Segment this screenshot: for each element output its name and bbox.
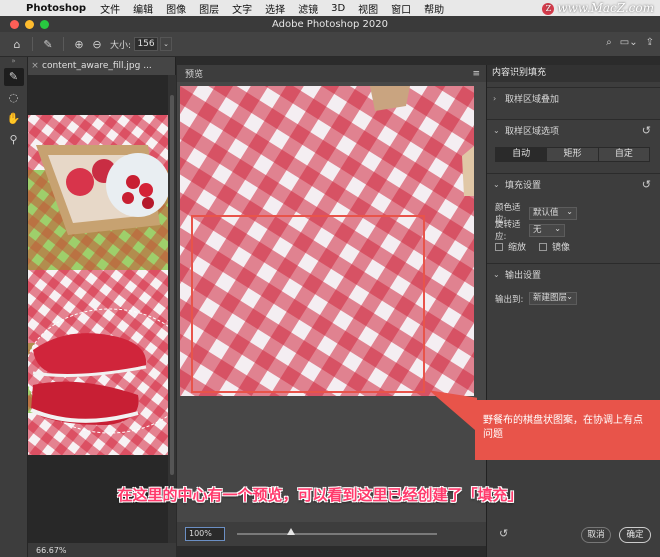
sampling-brush-tool-icon[interactable]: ✎: [3, 68, 24, 86]
section-sampling-options[interactable]: ⌄ 取样区域选项 ↺: [487, 119, 660, 141]
sampling-mode-group: 自动 矩形 自定: [495, 147, 650, 162]
site-watermark: Zwww.MacZ.com: [542, 1, 654, 15]
section-sampling-overlay-label: 取样区域叠加: [505, 95, 560, 105]
preview-image[interactable]: [180, 86, 474, 396]
options-right-group: ⌕ ▭⌄ ⇪: [606, 37, 654, 48]
cancel-button[interactable]: 取消: [581, 527, 611, 543]
scale-checkbox-row: 缩放: [495, 240, 526, 253]
chevron-down-icon[interactable]: ⌄: [493, 180, 505, 189]
size-dropdown-icon[interactable]: ⌄: [160, 37, 173, 51]
mirror-checkbox[interactable]: [539, 242, 547, 251]
window-controls: [10, 20, 49, 29]
chevron-down-icon[interactable]: ⌄: [493, 270, 505, 279]
scroll-thumb[interactable]: [170, 95, 174, 475]
rotate-adapt-row: 旋转适应: 无: [495, 218, 565, 242]
zoom-status: 66.67%: [36, 545, 67, 555]
menu-select[interactable]: 选择: [265, 1, 285, 16]
sampling-custom-button[interactable]: 自定: [598, 148, 649, 161]
zoom-tool-icon[interactable]: ⚲: [4, 131, 24, 149]
menu-layer[interactable]: 图层: [199, 1, 219, 16]
menu-edit[interactable]: 编辑: [133, 1, 153, 16]
document-canvas[interactable]: [28, 75, 168, 543]
share-icon[interactable]: ⇪: [646, 37, 654, 48]
section-sampling-options-label: 取样区域选项: [505, 127, 560, 137]
divider: [32, 37, 33, 51]
preview-header: 预览 ≡: [177, 65, 486, 82]
mirror-label: 镜像: [552, 243, 571, 253]
menu-app-name[interactable]: Photoshop: [26, 3, 86, 14]
scale-label: 缩放: [508, 243, 527, 253]
menu-window[interactable]: 窗口: [391, 1, 411, 16]
zoom-window-button[interactable]: [40, 20, 49, 29]
chevron-right-icon[interactable]: ›: [493, 94, 505, 103]
section-fill-settings-label: 填充设置: [505, 181, 542, 191]
subtract-from-selection-icon[interactable]: ⊖: [88, 38, 106, 51]
menu-file[interactable]: 文件: [100, 1, 120, 16]
watermark-badge: Z: [542, 3, 555, 15]
section-output-settings-label: 输出设置: [505, 271, 542, 281]
menu-image[interactable]: 图像: [166, 1, 186, 16]
document-tab[interactable]: × content_aware_fill.jpg ...: [28, 57, 176, 75]
tutorial-callout: 野餐布的棋盘状图案，在协调上有点问题: [475, 400, 660, 460]
rotate-adapt-select[interactable]: 无: [529, 223, 565, 237]
sampling-auto-button[interactable]: 自动: [496, 148, 548, 161]
home-icon[interactable]: ⌂: [8, 38, 26, 51]
window-title: Adobe Photoshop 2020: [272, 18, 388, 30]
tutorial-caption: 在这里的中心有一个预览，可以看到这里已经创建了「填充」: [117, 486, 523, 504]
menu-type[interactable]: 文字: [232, 1, 252, 16]
sampling-rect-button[interactable]: 矩形: [547, 148, 599, 161]
minimize-window-button[interactable]: [25, 20, 34, 29]
panel-title: 内容识别填充: [487, 65, 660, 82]
picnic-photo: [28, 75, 168, 455]
mac-menu-bar: Photoshop 文件 编辑 图像 图层 文字 选择 滤镜 3D 视图 窗口 …: [0, 0, 660, 16]
size-label: 大小:: [110, 40, 132, 51]
ok-button[interactable]: 确定: [619, 527, 651, 543]
menu-3d[interactable]: 3D: [331, 3, 345, 14]
add-to-selection-icon[interactable]: ⊕: [70, 38, 88, 51]
chevron-down-icon[interactable]: ⌄: [493, 126, 505, 135]
window-title-bar: Adobe Photoshop 2020: [0, 16, 660, 32]
output-to-label: 输出到:: [495, 294, 524, 305]
reset-all-icon[interactable]: ↺: [499, 527, 508, 540]
close-window-button[interactable]: [10, 20, 19, 29]
brush-preset-icon[interactable]: ✎: [39, 38, 57, 51]
document-scrollbar[interactable]: [168, 75, 176, 545]
preview-zoom-input[interactable]: 100%: [185, 527, 225, 541]
workspace-icon[interactable]: ▭⌄: [620, 37, 638, 48]
panel-menu-icon[interactable]: ≡: [472, 69, 480, 79]
menu-filter[interactable]: 滤镜: [298, 1, 318, 16]
gingham-preview: [180, 86, 474, 396]
section-sampling-overlay[interactable]: › 取样区域叠加: [487, 87, 660, 109]
size-input[interactable]: 156: [134, 37, 159, 51]
tools-panel: » ✎ ◌ ✋ ⚲: [0, 57, 28, 557]
close-tab-icon[interactable]: ×: [28, 61, 42, 71]
zoom-slider-handle[interactable]: [287, 528, 295, 535]
output-to-select[interactable]: 新建图层: [529, 291, 577, 305]
document-tab-name: content_aware_fill.jpg ...: [42, 61, 152, 71]
hand-tool-icon[interactable]: ✋: [4, 110, 24, 128]
reset-icon[interactable]: ↺: [642, 178, 651, 191]
reset-icon[interactable]: ↺: [642, 124, 651, 137]
options-bar: ⌂ ✎ ⊕ ⊖ 大小: 156 ⌄ ⌕ ▭⌄ ⇪: [0, 32, 660, 57]
preview-label: 预览: [185, 70, 204, 80]
preview-zoom-bar: 100%: [177, 522, 486, 546]
menu-help[interactable]: 帮助: [424, 1, 444, 16]
status-bar: 66.67%: [28, 543, 176, 557]
lasso-tool-icon[interactable]: ◌: [4, 89, 24, 107]
divider: [63, 37, 64, 51]
output-to-row: 输出到: 新建图层: [495, 291, 577, 305]
mirror-checkbox-row: 镜像: [539, 240, 570, 253]
panel-footer: ↺ 取消 确定: [487, 523, 660, 547]
preview-zoom-slider[interactable]: [237, 528, 437, 535]
scale-checkbox[interactable]: [495, 242, 503, 251]
section-output-settings[interactable]: ⌄ 输出设置: [487, 263, 660, 285]
watermark-text: www.MacZ.com: [557, 1, 654, 15]
section-fill-settings[interactable]: ⌄ 填充设置 ↺: [487, 173, 660, 195]
menu-view[interactable]: 视图: [358, 1, 378, 16]
rotate-adapt-label: 旋转适应:: [495, 220, 521, 242]
search-icon[interactable]: ⌕: [606, 37, 612, 48]
panel-collapse-icon[interactable]: »: [0, 57, 27, 65]
